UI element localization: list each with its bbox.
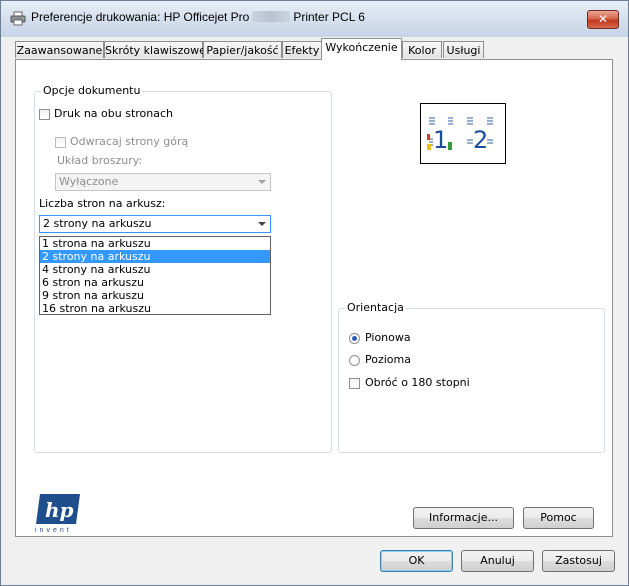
dropdown-option[interactable]: 6 stron na arkuszu — [40, 276, 270, 289]
dropdown-option[interactable]: 1 strona na arkuszu — [40, 237, 270, 250]
window-title-suffix: Printer PCL 6 — [293, 10, 365, 24]
chevron-down-icon — [258, 222, 266, 226]
booklet-layout-value: Wyłączone — [59, 175, 119, 188]
tab-efekty[interactable]: Efekty — [282, 41, 322, 58]
help-button[interactable]: Pomoc — [523, 507, 594, 529]
window-title: Preferencje drukowania: HP Officejet Pro… — [31, 10, 365, 24]
dropdown-option-selected[interactable]: 2 strony na arkuszu — [40, 250, 270, 263]
dropdown-option[interactable]: 4 strony na arkuszu — [40, 263, 270, 276]
printer-icon — [10, 11, 26, 26]
ok-button[interactable]: OK — [380, 550, 453, 572]
booklet-layout-label: Układ broszury: — [57, 154, 143, 167]
booklet-layout-select[interactable]: Wyłączone — [55, 173, 271, 191]
pages-per-sheet-select[interactable]: 2 strony na arkuszu — [39, 215, 271, 233]
window-title-prefix: Preferencje drukowania: HP Officejet Pro — [31, 10, 250, 24]
dropdown-option[interactable]: 16 stron na arkuszu — [40, 302, 270, 315]
pages-per-sheet-value: 2 strony na arkuszu — [43, 217, 152, 230]
flip-pages-checkbox[interactable] — [55, 137, 66, 148]
info-button[interactable]: Informacje... — [413, 507, 514, 529]
page-layout-preview: 1 2 — [420, 103, 506, 164]
tab-uslugi[interactable]: Usługi — [443, 41, 484, 58]
rotate-180-label[interactable]: Obróć o 180 stopni — [365, 376, 470, 389]
two-pages-per-sheet-preview-icon: 1 2 — [427, 117, 493, 154]
document-options-legend: Opcje dokumentu — [41, 84, 143, 97]
duplex-label[interactable]: Druk na obu stronach — [54, 107, 173, 120]
pages-per-sheet-dropdown: 1 strona na arkuszu 2 strony na arkuszu … — [39, 236, 271, 315]
hp-logo: hp — [36, 494, 80, 524]
print-preferences-dialog: Preferencje drukowania: HP Officejet Pro… — [0, 0, 629, 586]
portrait-label[interactable]: Pionowa — [365, 331, 411, 344]
pages-per-sheet-label: Liczba stron na arkusz: — [39, 197, 166, 210]
landscape-label[interactable]: Pozioma — [365, 353, 411, 366]
tab-kolor[interactable]: Kolor — [402, 41, 442, 58]
rotate-180-checkbox[interactable] — [349, 378, 360, 389]
redacted-model-blur — [252, 11, 291, 22]
tab-panel-wykonczenie: Opcje dokumentu Druk na obu stronach Odw… — [15, 59, 613, 537]
preview-page-number: 1 — [433, 126, 448, 154]
chevron-down-icon — [258, 180, 266, 184]
duplex-checkbox[interactable] — [39, 109, 50, 120]
landscape-radio[interactable] — [349, 355, 360, 366]
portrait-radio[interactable] — [349, 333, 360, 344]
orientation-legend: Orientacja — [345, 301, 406, 314]
title-bar: Preferencje drukowania: HP Officejet Pro… — [1, 1, 628, 37]
tab-papier-jakosc[interactable]: Papier/jakość — [203, 41, 282, 58]
tab-skroty-klawiszowe[interactable]: Skróty klawiszowe — [104, 41, 206, 58]
flip-pages-label[interactable]: Odwracaj strony górą — [70, 135, 188, 148]
apply-button[interactable]: Zastosuj — [542, 550, 615, 572]
preview-page-number: 2 — [473, 126, 488, 154]
tab-wykonczenie[interactable]: Wykończenie — [321, 38, 402, 60]
hp-logo-text: hp — [45, 498, 74, 522]
cancel-button[interactable]: Anuluj — [461, 550, 534, 572]
dropdown-option[interactable]: 9 stron na arkuszu — [40, 289, 270, 302]
hp-invent-tagline: invent — [35, 527, 72, 534]
tab-zaawansowane[interactable]: Zaawansowane — [15, 41, 104, 58]
close-button[interactable]: ✕ — [587, 10, 619, 29]
